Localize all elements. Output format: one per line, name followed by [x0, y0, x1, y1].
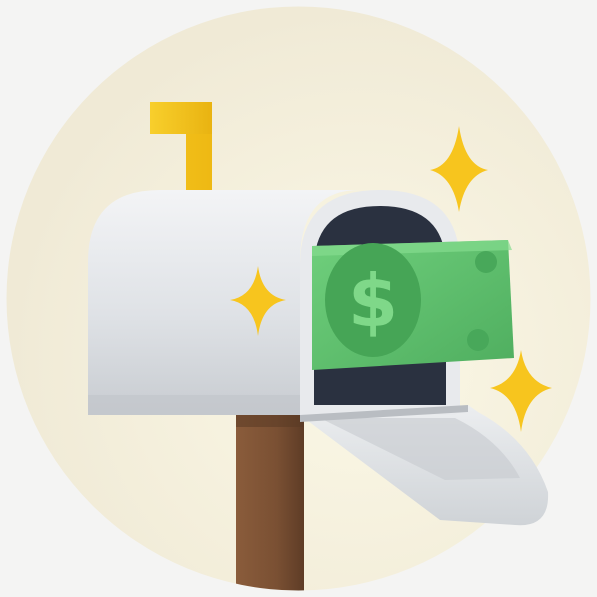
mailbox-post — [236, 405, 304, 591]
bill-corner-dot — [475, 251, 497, 273]
mailbox-money-illustration: $ — [0, 0, 597, 597]
bill-corner-dot — [467, 329, 489, 351]
illustration-canvas: $ — [6, 6, 591, 591]
money-bill: $ — [312, 240, 514, 370]
dollar-sign-icon: $ — [348, 259, 398, 343]
